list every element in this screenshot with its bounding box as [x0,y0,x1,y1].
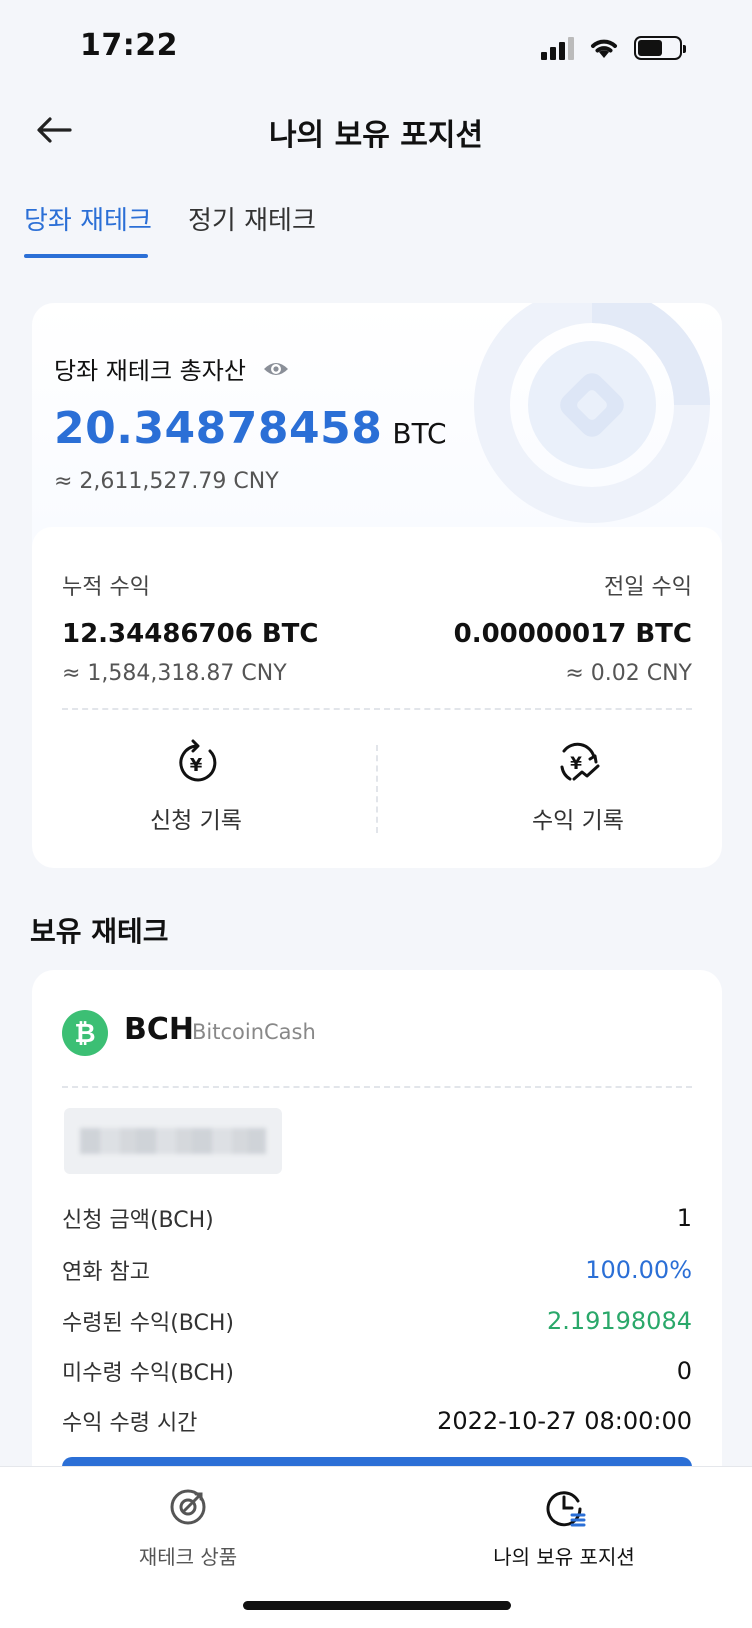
nav-label-positions: 나의 보유 포지션 [493,1545,635,1569]
svg-text:¥: ¥ [190,755,203,776]
asset-summary-card: 당좌 재테크 총자산 20.34878458 BTC ≈ 2,611,527.79… [32,303,722,868]
total-assets-unit: BTC [392,417,447,450]
total-assets-label: 당좌 재테크 총자산 [54,351,290,386]
signal-icon [541,36,574,60]
previous-day-earnings-label: 전일 수익 [604,575,692,600]
wifi-icon [591,39,617,58]
cumulative-earnings-value: 12.34486706 BTC [62,619,319,649]
eye-icon[interactable] [262,359,290,379]
bitcoin-cash-icon: ₿ [62,1010,108,1056]
divider [62,1086,692,1088]
detail-row-unreceived-earnings: 미수령 수익(BCH) 0 [62,1357,692,1386]
earnings-card: 누적 수익 12.34486706 BTC ≈ 1,584,318.87 CNY… [32,527,722,868]
page-title: 나의 보유 포지션 [268,118,484,153]
total-assets-value: 20.34878458 BTC [54,403,447,454]
home-indicator[interactable] [243,1601,511,1610]
earnings-history-label: 수익 기록 [532,808,624,834]
active-tab-indicator [24,254,148,258]
products-icon [170,1489,206,1525]
svg-text:¥: ¥ [570,754,582,774]
subscription-history-button[interactable]: ¥ 신청 기록 [96,739,296,835]
yen-trend-icon: ¥ [560,742,600,781]
nav-item-products[interactable]: 재테크 상품 [88,1485,288,1570]
earnings-history-button[interactable]: ¥ 수익 기록 [478,739,678,835]
nav-item-positions[interactable]: 나의 보유 포지션 [464,1485,664,1570]
status-time: 17:22 [80,28,178,63]
divider [62,708,692,710]
detail-row-annual-rate: 연화 참고 100.00% [62,1256,692,1285]
subscription-history-label: 신청 기록 [150,808,242,834]
detail-row-earnings-time: 수익 수령 시간 2022-10-27 08:00:00 [62,1407,692,1436]
cumulative-earnings-label: 누적 수익 [62,575,150,600]
holdings-section-title: 보유 재테크 [30,915,169,948]
status-icons [541,36,686,60]
divider [376,745,378,833]
tab-demand[interactable]: 당좌 재테크 [24,200,152,237]
bottom-nav: 재테크 상품 나의 보유 포지션 [0,1466,752,1628]
battery-icon [634,36,686,60]
previous-day-earnings-cny: ≈ 0.02 CNY [565,661,692,686]
total-assets-amount: 20.34878458 [54,403,383,454]
previous-day-earnings-value: 0.00000017 BTC [453,619,692,649]
cumulative-earnings-cny: ≈ 1,584,318.87 CNY [62,661,287,686]
tab-fixed[interactable]: 정기 재테크 [188,200,316,237]
detail-row-amount: 신청 금액(BCH) 1 [62,1204,692,1233]
coin-name: BitcoinCash [192,1020,316,1044]
positions-icon [546,1491,586,1527]
coin-symbol: BCH [124,1012,194,1047]
blurred-tag [64,1108,282,1174]
holding-card[interactable]: ₿ BCH BitcoinCash 신청 금액(BCH) 1 연화 참고 100… [32,970,722,1490]
yen-refresh-icon: ¥ [179,739,217,782]
decorative-logo-icon [474,303,710,523]
nav-label-products: 재테크 상품 [138,1545,238,1569]
total-assets-cny: ≈ 2,611,527.79 CNY [54,469,279,494]
detail-row-received-earnings: 수령된 수익(BCH) 2.19198084 [62,1307,692,1336]
